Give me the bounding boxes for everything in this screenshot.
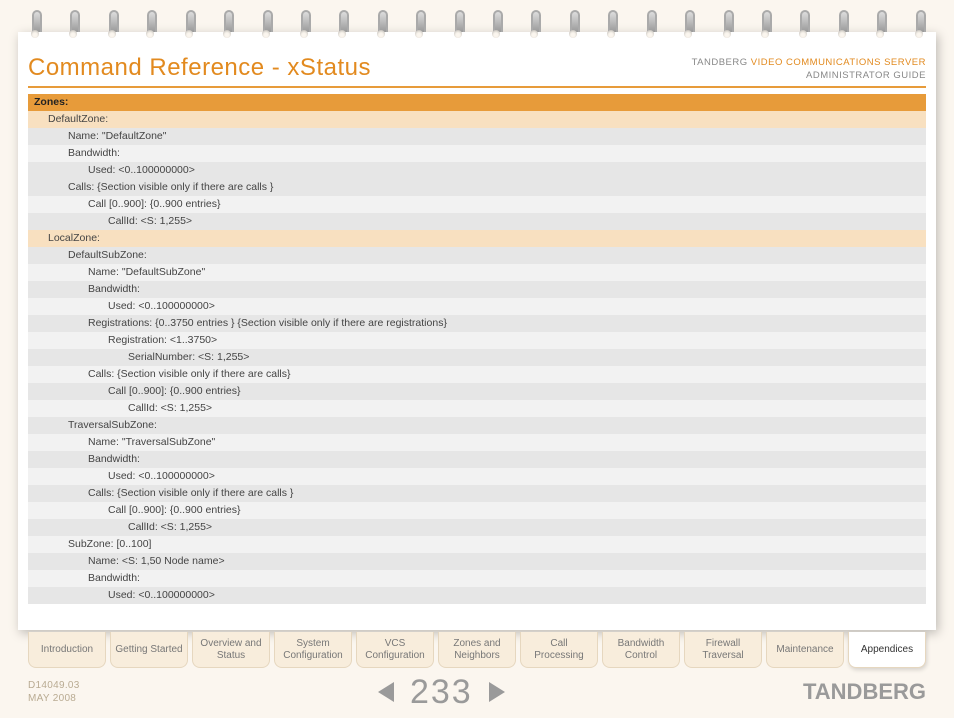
table-row: Call [0..900]: {0..900 entries} — [28, 383, 926, 400]
table-row: Calls: {Section visible only if there ar… — [28, 366, 926, 383]
table-row: SubZone: [0..100] — [28, 536, 926, 553]
doc-date: MAY 2008 — [28, 692, 80, 705]
ring-icon — [30, 10, 40, 38]
spiral-binding — [30, 10, 924, 40]
ring-icon — [529, 10, 539, 38]
doc-id: D14049.03 — [28, 679, 80, 692]
table-row: Calls: {Section visible only if there ar… — [28, 485, 926, 502]
ring-icon — [299, 10, 309, 38]
table-row: Used: <0..100000000> — [28, 298, 926, 315]
ring-icon — [914, 10, 924, 38]
table-row: Bandwidth: — [28, 281, 926, 298]
brand-prefix: TANDBERG — [692, 57, 748, 68]
ring-icon — [414, 10, 424, 38]
ring-icon — [798, 10, 808, 38]
footer: D14049.03 MAY 2008 233 TANDBERG — [28, 672, 926, 712]
ring-icon — [837, 10, 847, 38]
table-row: Registration: <1..3750> — [28, 332, 926, 349]
brand-line-1: TANDBERG VIDEO COMMUNICATIONS SERVER — [692, 57, 926, 69]
brand-block: TANDBERG VIDEO COMMUNICATIONS SERVER ADM… — [692, 57, 926, 82]
table-row: Call [0..900]: {0..900 entries} — [28, 196, 926, 213]
sheet-header: Command Reference - xStatus TANDBERG VID… — [28, 54, 926, 88]
ring-icon — [683, 10, 693, 38]
table-row: Bandwidth: — [28, 451, 926, 468]
brand-subtitle: ADMINISTRATOR GUIDE — [692, 70, 926, 82]
tab-maintenance[interactable]: Maintenance — [766, 632, 844, 668]
ring-icon — [107, 10, 117, 38]
table-row: CallId: <S: 1,255> — [28, 213, 926, 230]
ring-icon — [337, 10, 347, 38]
ring-icon — [760, 10, 770, 38]
tab-introduction[interactable]: Introduction — [28, 632, 106, 668]
table-row: Used: <0..100000000> — [28, 468, 926, 485]
ring-icon — [261, 10, 271, 38]
table-row: TraversalSubZone: — [28, 417, 926, 434]
table-row: Name: "TraversalSubZone" — [28, 434, 926, 451]
tab-bandwidth-control[interactable]: Bandwidth Control — [602, 632, 680, 668]
prev-page-arrow-icon[interactable] — [374, 679, 400, 705]
table-row: Used: <0..100000000> — [28, 162, 926, 179]
tab-getting-started[interactable]: Getting Started — [110, 632, 188, 668]
tab-appendices[interactable]: Appendices — [848, 632, 926, 668]
tandberg-logo: TANDBERG — [803, 679, 926, 705]
ring-icon — [568, 10, 578, 38]
table-row: DefaultZone: — [28, 111, 926, 128]
ring-icon — [68, 10, 78, 38]
pager: 233 — [374, 673, 509, 712]
table-row: DefaultSubZone: — [28, 247, 926, 264]
page-title: Command Reference - xStatus — [28, 54, 371, 82]
table-row: SerialNumber: <S: 1,255> — [28, 349, 926, 366]
tab-zones-and-neighbors[interactable]: Zones and Neighbors — [438, 632, 516, 668]
ring-icon — [606, 10, 616, 38]
ring-icon — [184, 10, 194, 38]
page: Command Reference - xStatus TANDBERG VID… — [0, 0, 954, 718]
content-sheet: Command Reference - xStatus TANDBERG VID… — [18, 32, 936, 630]
table-row: Zones: — [28, 94, 926, 111]
status-table: Zones:DefaultZone:Name: "DefaultZone"Ban… — [28, 94, 926, 604]
tab-vcs-configuration[interactable]: VCS Configuration — [356, 632, 434, 668]
tab-overview-and-status[interactable]: Overview and Status — [192, 632, 270, 668]
next-page-arrow-icon[interactable] — [483, 679, 509, 705]
table-row: Registrations: {0..3750 entries } {Secti… — [28, 315, 926, 332]
ring-icon — [376, 10, 386, 38]
ring-icon — [645, 10, 655, 38]
ring-icon — [145, 10, 155, 38]
table-row: Used: <0..100000000> — [28, 587, 926, 604]
table-row: CallId: <S: 1,255> — [28, 519, 926, 536]
brand-product: VIDEO COMMUNICATIONS SERVER — [751, 57, 926, 68]
table-row: CallId: <S: 1,255> — [28, 400, 926, 417]
ring-icon — [222, 10, 232, 38]
table-row: Name: "DefaultZone" — [28, 128, 926, 145]
table-row: Bandwidth: — [28, 145, 926, 162]
ring-icon — [453, 10, 463, 38]
table-row: Calls: {Section visible only if there ar… — [28, 179, 926, 196]
ring-icon — [722, 10, 732, 38]
table-row: Bandwidth: — [28, 570, 926, 587]
doc-info: D14049.03 MAY 2008 — [28, 679, 80, 705]
ring-icon — [875, 10, 885, 38]
tab-call-processing[interactable]: Call Processing — [520, 632, 598, 668]
page-number: 233 — [410, 673, 473, 712]
table-row: Name: <S: 1,50 Node name> — [28, 553, 926, 570]
tab-system-configuration[interactable]: System Configuration — [274, 632, 352, 668]
table-row: Call [0..900]: {0..900 entries} — [28, 502, 926, 519]
ring-icon — [491, 10, 501, 38]
bottom-tabs: IntroductionGetting StartedOverview and … — [28, 632, 926, 668]
tab-firewall-traversal[interactable]: Firewall Traversal — [684, 632, 762, 668]
table-row: LocalZone: — [28, 230, 926, 247]
table-row: Name: "DefaultSubZone" — [28, 264, 926, 281]
